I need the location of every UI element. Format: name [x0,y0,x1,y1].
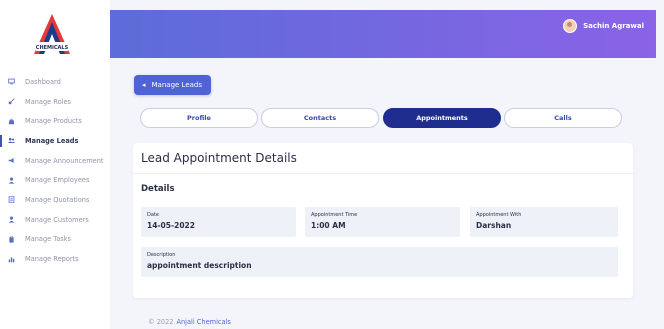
tab-appointments[interactable]: Appointments [383,108,501,128]
section-title: Details [141,184,175,194]
sidebar-item-employees[interactable]: Manage Employees [0,170,110,190]
tab-calls[interactable]: Calls [504,108,622,128]
top-header: Sachin Agrawal [110,10,656,58]
back-to-manage-leads-button[interactable]: ◂ Manage Leads [134,75,211,95]
appointment-time-field: Appointment Time 1:00 AM [305,207,460,237]
document-icon [8,196,15,204]
company-logo[interactable]: CHEMICALS [32,12,72,56]
tab-label: Appointments [416,114,468,122]
user-icon [8,177,15,184]
sidebar-item-label: Manage Announcement [25,156,104,165]
field-value: Darshan [476,221,512,230]
sidebar-item-tasks[interactable]: Manage Tasks [0,230,110,250]
sidebar-item-quotations[interactable]: Manage Quotations [0,190,110,210]
user-icon [8,216,15,223]
monitor-icon [8,78,15,85]
key-icon [8,98,15,105]
field-value: 1:00 AM [311,221,346,230]
date-field: Date 14-05-2022 [141,207,296,237]
sidebar-item-customers[interactable]: Manage Customers [0,210,110,230]
footer-brand-link[interactable]: Anjali Chemicals [176,318,230,326]
back-button-label: Manage Leads [151,81,203,89]
sidebar-item-label: Manage Tasks [25,235,71,244]
sidebar: CHEMICALS Dashboard Manage Roles Manage … [0,0,110,329]
description-field: Description appointment description [141,247,618,277]
card-title: Lead Appointment Details [133,143,633,174]
field-label: Date [147,212,159,218]
copyright: © 2022 [148,318,174,326]
field-value: 14-05-2022 [147,221,195,230]
footer: © 2022 Anjali Chemicals [148,318,231,326]
sidebar-item-leads[interactable]: Manage Leads [0,131,110,151]
clipboard-icon [8,235,15,243]
sidebar-item-roles[interactable]: Manage Roles [0,92,110,112]
sidebar-nav: Dashboard Manage Roles Manage Products M… [0,72,110,269]
sidebar-item-label: Manage Employees [25,176,90,185]
tab-label: Profile [187,114,211,122]
field-label: Appointment With [476,212,522,218]
tab-contacts[interactable]: Contacts [261,108,379,128]
sidebar-item-label: Manage Reports [25,255,79,264]
chevron-left-icon: ◂ [142,81,146,89]
bag-icon [8,118,15,125]
field-value: appointment description [147,261,252,270]
field-label: Appointment Time [311,212,358,218]
logo-text: CHEMICALS [36,45,69,51]
sidebar-item-dashboard[interactable]: Dashboard [0,72,110,92]
sidebar-item-reports[interactable]: Manage Reports [0,249,110,269]
megaphone-icon [8,157,15,164]
tab-label: Calls [554,114,572,122]
sidebar-item-label: Dashboard [25,77,61,86]
field-label: Description [147,252,176,258]
sidebar-item-label: Manage Products [25,117,82,126]
bar-chart-icon [8,256,15,263]
tab-label: Contacts [303,114,337,122]
sidebar-item-label: Manage Leads [25,136,79,145]
appointment-with-field: Appointment With Darshan [470,207,618,237]
user-menu[interactable]: Sachin Agrawal [563,19,644,33]
avatar[interactable] [563,19,578,33]
sidebar-item-label: Manage Roles [25,97,71,106]
tab-profile[interactable]: Profile [140,108,258,128]
sidebar-item-announcement[interactable]: Manage Announcement [0,151,110,171]
appointment-details-card: Lead Appointment Details Details Date 14… [133,143,633,298]
sidebar-item-products[interactable]: Manage Products [0,111,110,131]
sidebar-item-label: Manage Quotations [25,195,90,204]
users-icon [8,137,15,144]
user-name[interactable]: Sachin Agrawal [583,22,644,30]
sidebar-item-label: Manage Customers [25,215,89,224]
